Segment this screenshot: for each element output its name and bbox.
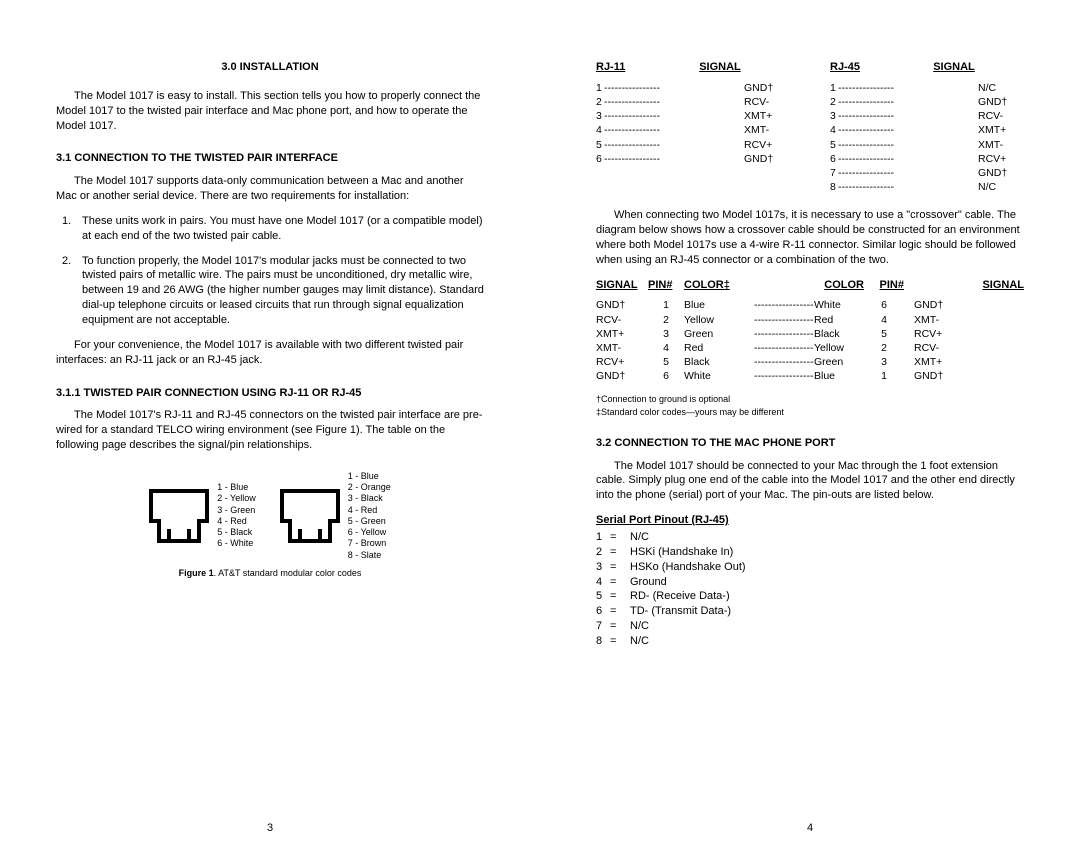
list-text: These units work in pairs. You must have… [82, 214, 484, 244]
page-right: RJ-11 SIGNAL 1----------------GND†2-----… [540, 0, 1080, 854]
pin-row: 5----------------XMT- [830, 138, 1024, 152]
pin-tables: RJ-11 SIGNAL 1----------------GND†2-----… [596, 60, 1024, 194]
para-mac: The Model 1017 should be connected to yo… [596, 459, 1024, 504]
heading-mac-port: 3.2 CONNECTION TO THE MAC PHONE PORT [596, 436, 1024, 451]
crossover-rows: GND† 1 Blue --------------------- White … [596, 298, 1024, 383]
list-item: 1. These units work in pairs. You must h… [56, 214, 484, 244]
page-wrap: 3.0 INSTALLATION The Model 1017 is easy … [0, 0, 1080, 854]
legend-line: 5 - Black [217, 527, 256, 538]
pin-row: 8----------------N/C [830, 180, 1024, 194]
serial-row: 1=N/C [596, 530, 1024, 545]
rj11-table: RJ-11 SIGNAL 1----------------GND†2-----… [596, 60, 790, 194]
pin-row: 6----------------RCV+ [830, 152, 1024, 166]
serial-heading: Serial Port Pinout (RJ-45) [596, 513, 1024, 528]
legend-line: 4 - Red [348, 505, 391, 516]
crossover-header: SIGNAL PIN# COLOR‡ COLOR PIN# SIGNAL [596, 278, 1024, 293]
figure-row: 1 - Blue2 - Yellow3 - Green4 - Red5 - Bl… [56, 471, 484, 561]
col-signal2: SIGNAL [904, 278, 1024, 293]
serial-row: 5=RD- (Receive Data-) [596, 589, 1024, 604]
col-pin2: PIN# [864, 278, 904, 293]
signal-label: SIGNAL [884, 60, 1024, 75]
page-number: 3 [0, 821, 540, 836]
figure-label: Figure 1 [179, 568, 214, 578]
rj45-header: RJ-45 SIGNAL [830, 60, 1024, 75]
pin-row: 2----------------RCV- [596, 95, 790, 109]
jack-rj45: 1 - Blue2 - Orange3 - Black4 - Red5 - Gr… [280, 471, 391, 561]
pin-row: 1----------------GND† [596, 81, 790, 95]
legend-line: 2 - Orange [348, 482, 391, 493]
footnote-1: †Connection to ground is optional [596, 393, 1024, 405]
pin-row: 4----------------XMT- [596, 123, 790, 137]
legend-line: 1 - Blue [348, 471, 391, 482]
para-intro: The Model 1017 is easy to install. This … [56, 89, 484, 134]
crossover-row: RCV- 2 Yellow --------------------- Red … [596, 313, 1024, 327]
col-color2: COLOR [814, 278, 864, 293]
legend-line: 1 - Blue [217, 482, 256, 493]
serial-row: 3=HSKo (Handshake Out) [596, 560, 1024, 575]
serial-row: 7=N/C [596, 619, 1024, 634]
legend-line: 5 - Green [348, 516, 391, 527]
heading-conn-tp: 3.1 CONNECTION TO THE TWISTED PAIR INTER… [56, 151, 484, 166]
legend-line: 3 - Black [348, 493, 391, 504]
serial-row: 8=N/C [596, 634, 1024, 649]
pin-row: 4----------------XMT+ [830, 123, 1024, 137]
rj45-label: RJ-45 [830, 60, 884, 75]
legend-line: 3 - Green [217, 505, 256, 516]
list-num: 2. [56, 254, 82, 328]
col-color: COLOR‡ [684, 278, 814, 293]
footnote-2: ‡Standard color codes—yours may be diffe… [596, 406, 1024, 418]
legend-line: 8 - Slate [348, 550, 391, 561]
col-pin: PIN# [648, 278, 684, 293]
list-num: 1. [56, 214, 82, 244]
pin-row: 5----------------RCV+ [596, 138, 790, 152]
rj45-table: RJ-45 SIGNAL 1----------------N/C2------… [830, 60, 1024, 194]
page-left: 3.0 INSTALLATION The Model 1017 is easy … [0, 0, 540, 854]
signal-label: SIGNAL [650, 60, 790, 75]
crossover-row: RCV+ 5 Black --------------------- Green… [596, 355, 1024, 369]
para-convenience: For your convenience, the Model 1017 is … [56, 338, 484, 368]
crossover-row: GND† 1 Blue --------------------- White … [596, 298, 1024, 312]
list-item: 2. To function properly, the Model 1017'… [56, 254, 484, 328]
serial-row: 4=Ground [596, 575, 1024, 590]
pin-row: 7----------------GND† [830, 166, 1024, 180]
list-text: To function properly, the Model 1017's m… [82, 254, 484, 328]
serial-row: 2=HSKi (Handshake In) [596, 545, 1024, 560]
jack-legend-8: 1 - Blue2 - Orange3 - Black4 - Red5 - Gr… [348, 471, 391, 561]
heading-installation: 3.0 INSTALLATION [56, 60, 484, 75]
rj11-label: RJ-11 [596, 60, 650, 75]
figure-caption: Figure 1. AT&T standard modular color co… [56, 567, 484, 579]
pin-row: 3----------------RCV- [830, 109, 1024, 123]
jack-rj11: 1 - Blue2 - Yellow3 - Green4 - Red5 - Bl… [149, 471, 256, 561]
serial-rows: 1=N/C2=HSKi (Handshake In)3=HSKo (Handsh… [596, 530, 1024, 649]
pin-row: 6----------------GND† [596, 152, 790, 166]
para-conn: The Model 1017 supports data-only commun… [56, 174, 484, 204]
figure-text: . AT&T standard modular color codes [214, 568, 362, 578]
footnotes: †Connection to ground is optional ‡Stand… [596, 393, 1024, 417]
jack-icon [149, 489, 209, 543]
legend-line: 4 - Red [217, 516, 256, 527]
crossover-row: XMT- 4 Red --------------------- Yellow … [596, 341, 1024, 355]
legend-line: 6 - White [217, 538, 256, 549]
jack-legend-6: 1 - Blue2 - Yellow3 - Green4 - Red5 - Bl… [217, 482, 256, 550]
rj11-header: RJ-11 SIGNAL [596, 60, 790, 75]
legend-line: 7 - Brown [348, 538, 391, 549]
page-number: 4 [540, 821, 1080, 836]
heading-rj: 3.1.1 TWISTED PAIR CONNECTION USING RJ-1… [56, 386, 484, 401]
para-rj: The Model 1017's RJ-11 and RJ-45 connect… [56, 408, 484, 453]
para-crossover: When connecting two Model 1017s, it is n… [596, 208, 1024, 267]
jack-icon [280, 489, 340, 543]
crossover-row: XMT+ 3 Green --------------------- Black… [596, 327, 1024, 341]
pin-row: 2----------------GND† [830, 95, 1024, 109]
legend-line: 2 - Yellow [217, 493, 256, 504]
pin-row: 1----------------N/C [830, 81, 1024, 95]
legend-line: 6 - Yellow [348, 527, 391, 538]
crossover-row: GND† 6 White --------------------- Blue … [596, 369, 1024, 383]
pin-row: 3----------------XMT+ [596, 109, 790, 123]
serial-row: 6=TD- (Transmit Data-) [596, 604, 1024, 619]
col-signal: SIGNAL [596, 278, 648, 293]
